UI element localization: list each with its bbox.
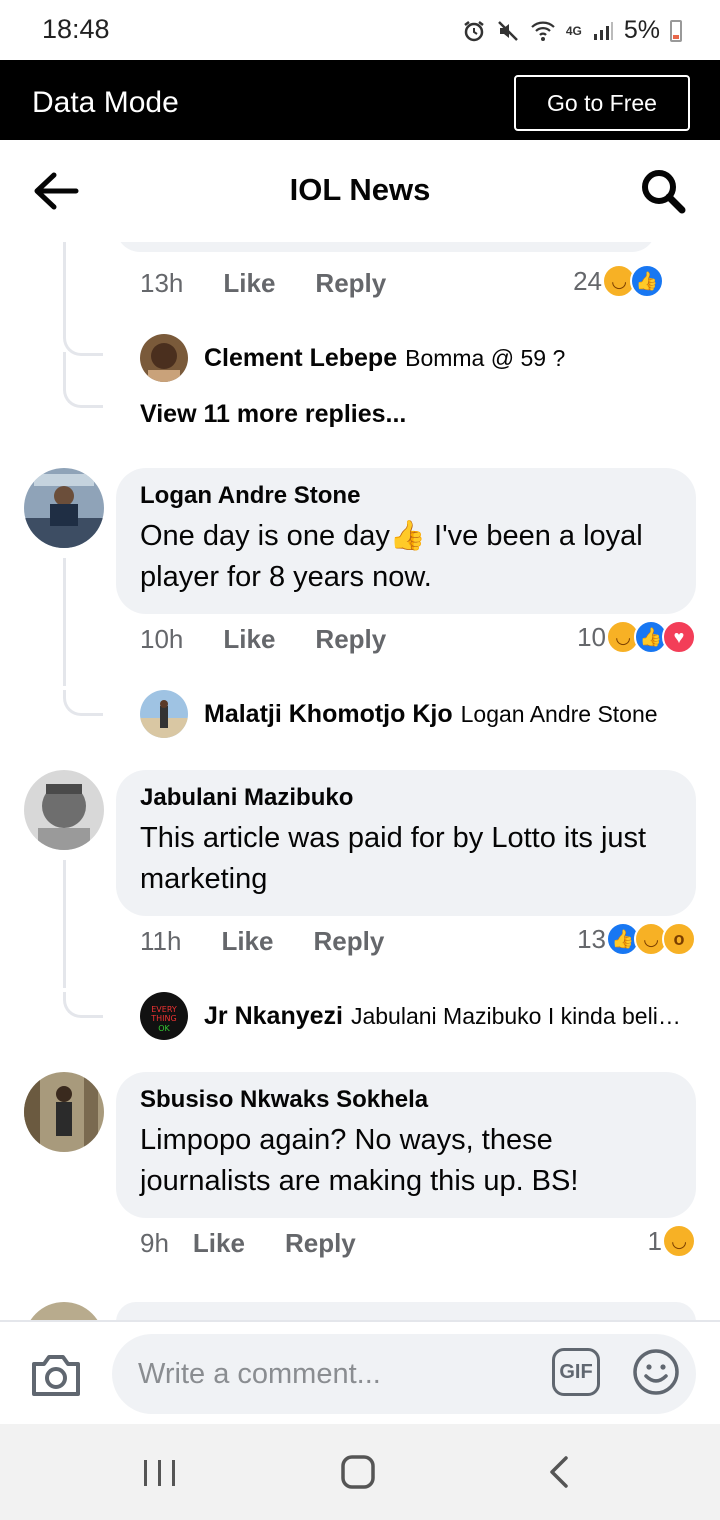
comment-author[interactable]: Logan Andre Stone xyxy=(140,482,672,510)
gif-label: GIF xyxy=(559,1360,593,1383)
comment-bubble[interactable]: Logan Andre Stone One day is one day👍 I'… xyxy=(116,468,696,614)
avatar[interactable] xyxy=(24,468,104,548)
reaction-count: 24 xyxy=(573,265,602,296)
status-bar: 18:48 4G 5% xyxy=(0,0,720,60)
avatar[interactable] xyxy=(24,1302,104,1320)
thread-elbow xyxy=(63,382,103,408)
reply-text: Jabulani Mazibuko I kinda believe xyxy=(350,1002,685,1029)
comment-bubble[interactable]: Sbusiso Nkwaks Sokhela Limpopo again? No… xyxy=(116,1072,696,1218)
system-nav-bar xyxy=(0,1424,720,1520)
back-chevron-icon[interactable] xyxy=(544,1454,576,1490)
reply-author[interactable]: Malatji Khomotjo Kjo xyxy=(204,700,453,729)
view-more-replies-link[interactable]: View 11 more replies... xyxy=(140,400,406,429)
wifi-icon xyxy=(531,21,555,41)
reaction-count: 1 xyxy=(647,1225,662,1256)
page-title: IOL News xyxy=(289,172,431,207)
camera-icon[interactable] xyxy=(30,1352,82,1398)
avatar[interactable] xyxy=(140,690,188,738)
status-icons: 4G 5% xyxy=(462,16,682,45)
comment-bubble-partial xyxy=(116,242,656,252)
thread-line xyxy=(63,242,66,334)
thread-line xyxy=(63,860,66,988)
avatar[interactable] xyxy=(140,334,188,382)
smiley-icon[interactable] xyxy=(632,1348,680,1396)
reply-button[interactable]: Reply xyxy=(313,926,384,957)
like-button[interactable]: Like xyxy=(223,268,275,299)
comment-input[interactable] xyxy=(112,1334,696,1414)
reply-button[interactable]: Reply xyxy=(285,1228,356,1259)
comment-actions: 13h Like Reply xyxy=(140,268,386,299)
comment-time: 9h xyxy=(140,1228,169,1258)
signal-icon xyxy=(593,21,613,40)
comment-actions: 11h Like Reply xyxy=(140,926,384,957)
home-icon[interactable] xyxy=(340,1454,376,1490)
reply-author[interactable]: Jr Nkanyezi xyxy=(204,1002,343,1031)
like-button[interactable]: Like xyxy=(193,1228,245,1259)
reply-text: Bomma @ 59 ? xyxy=(405,344,566,371)
reaction-summary[interactable]: 24 ◡ 👍 xyxy=(573,264,664,298)
reaction-count: 10 xyxy=(577,621,606,652)
reply-preview[interactable]: Malatji Khomotjo Kjo Logan Andre Stone xyxy=(140,690,658,738)
thread-elbow xyxy=(63,992,103,1018)
reaction-summary[interactable]: 13 👍 ◡ o xyxy=(577,922,696,956)
comment-text: Limpopo again? No ways, these journalist… xyxy=(140,1124,579,1197)
thread-line xyxy=(63,558,66,686)
comment-actions: 10h Like Reply xyxy=(140,624,386,655)
data-mode-bar: Data Mode Go to Free xyxy=(0,60,720,140)
mute-icon xyxy=(497,20,518,41)
svg-text:THING: THING xyxy=(150,1014,176,1023)
reply-preview[interactable]: Clement Lebepe Bomma @ 59 ? xyxy=(140,334,565,382)
comment-text: This article was paid for by Lotto its j… xyxy=(140,822,647,895)
like-reaction-icon: 👍 xyxy=(630,264,664,298)
reply-author[interactable]: Clement Lebepe xyxy=(204,344,397,373)
network-type-label: 4G xyxy=(565,23,582,38)
reaction-summary[interactable]: 10 ◡ 👍 ♥ xyxy=(577,620,696,654)
like-button[interactable]: Like xyxy=(223,624,275,655)
thread-line xyxy=(63,352,66,382)
battery-percent: 5% xyxy=(623,16,660,44)
comment-composer: GIF xyxy=(0,1320,720,1424)
gif-icon[interactable]: GIF xyxy=(552,1348,600,1396)
comment-text-part: One day is one day xyxy=(140,520,390,552)
data-mode-title: Data Mode xyxy=(32,86,179,119)
comment-time: 13h xyxy=(140,268,184,298)
reply-text: Logan Andre Stone xyxy=(460,700,658,727)
thread-elbow xyxy=(63,330,103,356)
battery-icon xyxy=(670,19,682,42)
avatar[interactable]: EVERY THING OK xyxy=(140,992,188,1040)
comment-time: 11h xyxy=(140,926,182,956)
like-button[interactable]: Like xyxy=(221,926,273,957)
comment-author[interactable]: Jabulani Mazibuko xyxy=(140,784,672,812)
reaction-count: 13 xyxy=(577,923,606,954)
wow-reaction-icon: o xyxy=(662,922,696,956)
comment-author[interactable]: Sbusiso Nkwaks Sokhela xyxy=(140,1086,672,1114)
comments-list[interactable]: 13h Like Reply 24 ◡ 👍 Clement Lebepe Bom… xyxy=(0,242,720,1320)
avatar[interactable] xyxy=(24,1072,104,1152)
alarm-icon xyxy=(464,20,484,41)
comment-time: 10h xyxy=(140,624,184,654)
page-header: IOL News xyxy=(0,140,720,242)
svg-text:OK: OK xyxy=(158,1024,170,1033)
search-icon[interactable] xyxy=(640,168,686,214)
svg-text:EVERY: EVERY xyxy=(151,1005,177,1014)
thread-elbow xyxy=(63,690,103,716)
avatar[interactable] xyxy=(24,770,104,850)
comment-actions: 9h Like Reply xyxy=(140,1228,356,1259)
status-time: 18:48 xyxy=(42,14,110,44)
thumbs-up-emoji-icon: 👍 xyxy=(389,520,426,552)
comment-text: One day is one day👍 I've been a loyal pl… xyxy=(140,516,672,598)
reply-preview[interactable]: EVERY THING OK Jr Nkanyezi Jabulani Mazibu… xyxy=(140,992,685,1040)
haha-reaction-icon: ◡ xyxy=(662,1224,696,1258)
recent-apps-icon[interactable] xyxy=(140,1458,180,1488)
comment-bubble[interactable]: Jabulani Mazibuko This article was paid … xyxy=(116,770,696,916)
love-reaction-icon: ♥ xyxy=(662,620,696,654)
reply-button[interactable]: Reply xyxy=(315,624,386,655)
go-to-free-button[interactable]: Go to Free xyxy=(514,75,690,131)
reply-button[interactable]: Reply xyxy=(315,268,386,299)
reaction-summary[interactable]: 1 ◡ xyxy=(648,1224,696,1258)
comment-bubble-partial xyxy=(116,1302,696,1320)
